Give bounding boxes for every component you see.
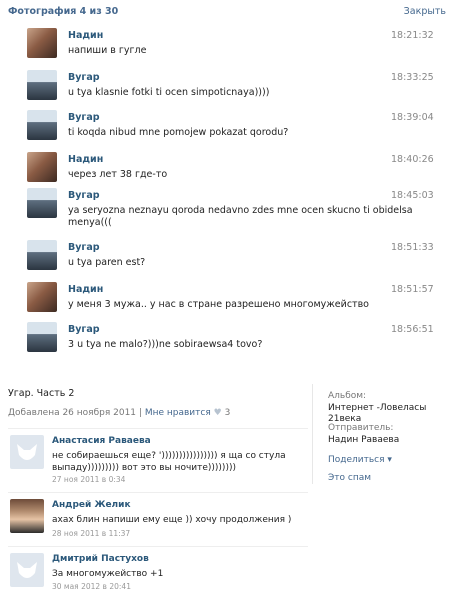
album-label: Альбом: — [328, 391, 367, 401]
comment-date[interactable]: 27 ноя 2011 в 0:34 — [52, 475, 125, 484]
avatar[interactable] — [10, 553, 44, 587]
spam-link[interactable]: Это спам — [328, 472, 371, 483]
photo-viewer-header: Фотография 4 из 30 Закрыть — [0, 0, 454, 22]
comment-text: За многомужейство +1 — [52, 569, 164, 579]
comment-author[interactable]: Анастасия Раваева — [52, 436, 151, 446]
photo-counter: Фотография 4 из 30 — [8, 6, 119, 17]
avatar[interactable] — [10, 499, 44, 533]
message-time: 18:45:03 — [391, 190, 434, 201]
message-author: Вугар — [68, 324, 100, 335]
comment-date[interactable]: 30 мая 2012 в 20:41 — [52, 582, 131, 591]
message-text: напиши в гугле — [68, 45, 147, 56]
message-text: ya seryozna neznayu qoroda nedavno zdes … — [68, 205, 413, 228]
album-link[interactable]: Интернет -Ловеласы 21века — [328, 402, 454, 424]
comment-date[interactable]: 28 ноя 2011 в 11:37 — [52, 529, 130, 538]
message-text: у меня 3 мужа.. у нас в стране разрешено… — [68, 299, 369, 310]
message-author: Надин — [68, 154, 104, 165]
sender-label: Отправитель: — [328, 423, 394, 433]
message-text: u tya klasnie fotki ti ocen simpoticnaya… — [68, 87, 270, 98]
comment-text: ахах блин напиши ему еще )) хочу продолж… — [52, 515, 292, 525]
message-author: Вугар — [68, 112, 100, 123]
comment: Андрей Желик ахах блин напиши ему еще ))… — [8, 492, 308, 544]
default-avatar-icon — [17, 444, 37, 460]
sender-link[interactable]: Надин Раваева — [328, 434, 399, 445]
message-time: 18:56:51 — [391, 324, 434, 335]
like-link[interactable]: Мне нравится — [145, 408, 211, 418]
avatar — [27, 322, 57, 352]
divider — [312, 384, 313, 484]
photo-screenshot: Надин 18:21:32 напиши в гугле Вугар 18:3… — [0, 22, 454, 370]
comment: Дмитрий Пастухов За многомужейство +1 30… — [8, 546, 308, 600]
message-author: Надин — [68, 284, 104, 295]
comment-author[interactable]: Андрей Желик — [52, 500, 131, 510]
post-date: Добавлена 26 ноября 2011 — [8, 408, 137, 418]
message-text: ti koqda nibud mne pomojew pokazat qorod… — [68, 127, 289, 138]
photo-description: Угар. Часть 2 — [8, 388, 75, 399]
message-time: 18:40:26 — [391, 154, 434, 165]
avatar — [27, 110, 57, 140]
avatar — [27, 188, 57, 218]
comment-text: не собираешься еще? ')))))))))))))))) я … — [52, 451, 286, 473]
like-count: 3 — [224, 408, 231, 418]
message-time: 18:39:04 — [391, 112, 434, 123]
avatar — [27, 152, 57, 182]
message-text: u tya paren est? — [68, 257, 146, 268]
message-author: Вугар — [68, 72, 100, 83]
avatar — [27, 282, 57, 312]
avatar — [27, 28, 57, 58]
message-author: Вугар — [68, 190, 100, 201]
message-text: через лет 38 где-то — [68, 169, 168, 180]
message-time: 18:51:57 — [391, 284, 434, 295]
message-time: 18:21:32 — [391, 30, 434, 41]
share-button[interactable]: Поделиться ▾ — [328, 454, 392, 465]
message-time: 18:51:33 — [391, 242, 434, 253]
message-time: 18:33:25 — [391, 72, 434, 83]
comment: Анастасия Раваева не собираешься еще? ')… — [8, 428, 308, 490]
close-link[interactable]: Закрыть — [404, 6, 446, 17]
message-author: Надин — [68, 30, 104, 41]
avatar — [27, 70, 57, 100]
post-meta: Добавлена 26 ноября 2011 | Мне нравится … — [8, 408, 230, 418]
separator: | — [138, 408, 142, 418]
message-author: Вугар — [68, 242, 100, 253]
avatar — [27, 240, 57, 270]
comment-author[interactable]: Дмитрий Пастухов — [52, 554, 149, 564]
default-avatar-icon — [17, 562, 37, 578]
heart-icon[interactable]: ♥ — [214, 408, 222, 418]
avatar[interactable] — [10, 435, 44, 469]
message-text: 3 u tya ne malo?)))ne sobiraewsa4 tovo? — [68, 339, 263, 350]
